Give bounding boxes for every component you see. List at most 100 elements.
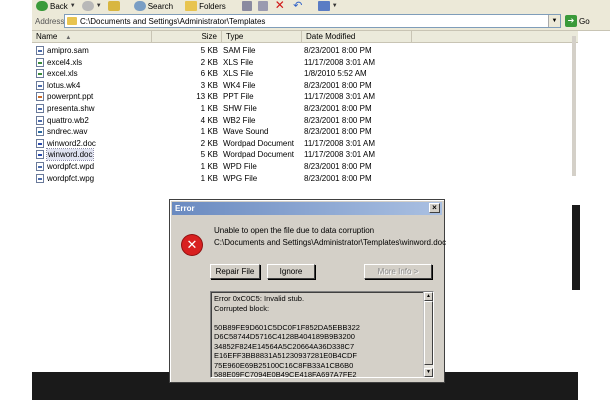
scroll-up-icon[interactable]: ▲	[424, 292, 433, 301]
file-row[interactable]: powerpnt.ppt 13 KB PPT File 11/17/2008 3:01…	[32, 91, 578, 103]
file-type: PPT File	[223, 92, 254, 102]
up-folder-icon	[107, 1, 120, 11]
chevron-down-icon[interactable]: ▼	[96, 3, 102, 9]
file-type: WPG File	[223, 173, 258, 183]
file-name-cell[interactable]: presenta.shw	[36, 103, 95, 114]
chevron-down-icon[interactable]: ▼	[70, 3, 76, 9]
file-row[interactable]: wordpfct.wpd 1 KB WPD File 8/23/2001 8:00 P…	[32, 161, 578, 173]
file-name-cell[interactable]: wordpfct.wpg	[36, 173, 94, 184]
file-date: 8/23/2001 8:00 PM	[304, 46, 372, 55]
file-type: Wordpad Document	[223, 150, 294, 160]
error-dialog: Error × ✕ Unable to open the file due to…	[169, 199, 447, 383]
go-button[interactable]: ➔ Go	[565, 15, 590, 27]
file-row[interactable]: wordpfct.wpg 1 KB WPG File 8/23/2001 8:00 P…	[32, 173, 578, 185]
folders-button[interactable]: Folders	[183, 1, 228, 12]
vertical-scrollbar[interactable]	[572, 36, 576, 176]
file-name-cell[interactable]: wordpfct.wpd	[36, 161, 94, 172]
file-row[interactable]: winword.doc 5 KB Wordpad Document 11/17/200…	[32, 148, 578, 162]
file-icon	[36, 69, 44, 79]
details-line: D6C58744D5716C4128B404189B9B3200	[214, 332, 355, 341]
error-file-path: C:\Documents and Settings\Administrator\…	[214, 238, 447, 247]
column-headers: Name ▲ Size Type Date Modified	[32, 31, 578, 43]
back-label: Back	[50, 1, 68, 11]
dialog-title: Error	[175, 204, 195, 213]
address-value[interactable]: C:\Documents and Settings\Administrator\…	[80, 17, 265, 26]
search-button[interactable]: Search	[132, 1, 175, 12]
toolbar: Back ▼ ▼ Search Folders ✕ ↶ ▼	[32, 0, 610, 12]
file-name-cell[interactable]: sndrec.wav	[36, 126, 87, 137]
file-row[interactable]: winword2.doc 2 KB Wordpad Document 11/17/20…	[32, 138, 578, 150]
back-button[interactable]: Back ▼	[34, 1, 78, 12]
copy-to-button[interactable]	[256, 1, 270, 12]
file-type: WK4 File	[223, 80, 256, 90]
file-type: Wordpad Document	[223, 138, 294, 148]
file-row[interactable]: excel4.xls 2 KB XLS File 11/17/2008 3:01 AM	[32, 57, 578, 69]
column-header-type[interactable]: Type	[222, 31, 302, 43]
file-icon	[36, 127, 44, 137]
details-line: 588E09FC7094E0B49CE418FA697A7FE2	[214, 370, 357, 378]
dialog-title-bar[interactable]: Error ×	[172, 202, 442, 215]
file-name-cell[interactable]: quattro.wb2	[36, 115, 89, 126]
file-row[interactable]: sndrec.wav 1 KB Wave Sound 8/23/2001 8:00 P…	[32, 126, 578, 138]
file-date: 8/23/2001 8:00 PM	[304, 103, 372, 113]
details-line: 34852F824E14564A5C20664A36D338C7	[214, 341, 355, 351]
file-name-cell[interactable]: lotus.wk4	[36, 80, 80, 91]
back-arrow-icon	[36, 1, 48, 11]
column-header-date[interactable]: Date Modified	[302, 31, 412, 43]
file-name-cell[interactable]: winword2.doc	[36, 138, 96, 149]
file-name: wordpfct.wpg	[47, 173, 95, 183]
file-name-cell[interactable]: excel4.xls	[36, 57, 82, 68]
file-icon	[36, 103, 44, 113]
move-to-button[interactable]	[240, 1, 254, 12]
close-button[interactable]: ×	[429, 203, 440, 213]
address-label: Address	[35, 16, 65, 26]
file-row[interactable]: quattro.wb2 4 KB WB2 File 8/23/2001 8:00 PM	[32, 115, 578, 127]
more-info-button[interactable]: More Info >	[364, 264, 432, 279]
file-row[interactable]: amipro.sam 5 KB SAM File 8/23/2001 8:00 PM	[32, 45, 578, 57]
file-name: quattro.wb2	[47, 115, 89, 125]
file-icon	[36, 173, 44, 183]
file-name: excel4.xls	[47, 57, 83, 67]
views-button[interactable]: ▼	[316, 1, 340, 12]
go-arrow-icon: ➔	[565, 15, 577, 27]
file-date: 8/23/2001 8:00 PM	[304, 173, 372, 183]
file-row[interactable]: lotus.wk4 3 KB WK4 File 8/23/2001 8:00 PM	[32, 80, 578, 92]
file-icon	[36, 80, 44, 90]
repair-file-button[interactable]: Repair File	[210, 264, 260, 279]
address-input[interactable]: C:\Documents and Settings\Administrator\…	[64, 14, 561, 28]
delete-button[interactable]: ✕	[272, 0, 288, 12]
file-row[interactable]: excel.xls 6 KB XLS File 1/8/2010 5:52 AM	[32, 68, 578, 80]
file-name-cell[interactable]: amipro.sam	[36, 45, 89, 56]
details-scrollbar[interactable]: ▲ ▼	[423, 292, 433, 377]
sort-ascending-icon: ▲	[65, 35, 72, 41]
file-row[interactable]: presenta.shw 1 KB SHW File 8/23/2001 8:00 P…	[32, 103, 578, 115]
delete-icon: ✕	[274, 0, 285, 12]
scroll-down-icon[interactable]: ▼	[424, 368, 433, 377]
file-name-cell[interactable]: excel.xls	[36, 68, 78, 79]
file-name-cell[interactable]: powerpnt.ppt	[36, 91, 93, 102]
left-margin	[0, 0, 32, 400]
file-size: 1 KB	[200, 161, 218, 171]
file-size: 2 KB	[200, 57, 218, 67]
folder-icon	[67, 17, 77, 25]
details-line: 50B89FE9D601C5DC0F1F852DA5EBB322	[214, 322, 360, 332]
chevron-down-icon[interactable]: ▼	[332, 3, 338, 9]
file-name-cell[interactable]: winword.doc	[36, 148, 95, 162]
column-header-size[interactable]: Size	[152, 31, 222, 43]
file-icon	[36, 115, 44, 125]
error-details-box[interactable]: Error 0xC0C5: Invalid stub. Corrupted blo…	[210, 291, 434, 378]
forward-button[interactable]: ▼	[80, 1, 104, 12]
details-line: E16EFF3BB8831A51230937281E0B4CDF	[214, 351, 358, 360]
up-folder-button[interactable]	[106, 1, 122, 12]
ignore-button[interactable]: Ignore	[267, 264, 315, 279]
file-name: lotus.wk4	[47, 80, 81, 90]
column-header-name[interactable]: Name ▲	[32, 31, 152, 43]
undo-icon: ↶	[293, 0, 303, 12]
details-line: Corrupted block:	[214, 303, 270, 313]
undo-button[interactable]: ↶	[290, 1, 306, 12]
file-icon	[36, 138, 44, 148]
address-dropdown-button[interactable]: ▼	[548, 15, 560, 27]
file-type: SAM File	[223, 46, 256, 55]
file-type: WPD File	[223, 161, 257, 171]
scroll-thumb[interactable]	[424, 301, 433, 365]
